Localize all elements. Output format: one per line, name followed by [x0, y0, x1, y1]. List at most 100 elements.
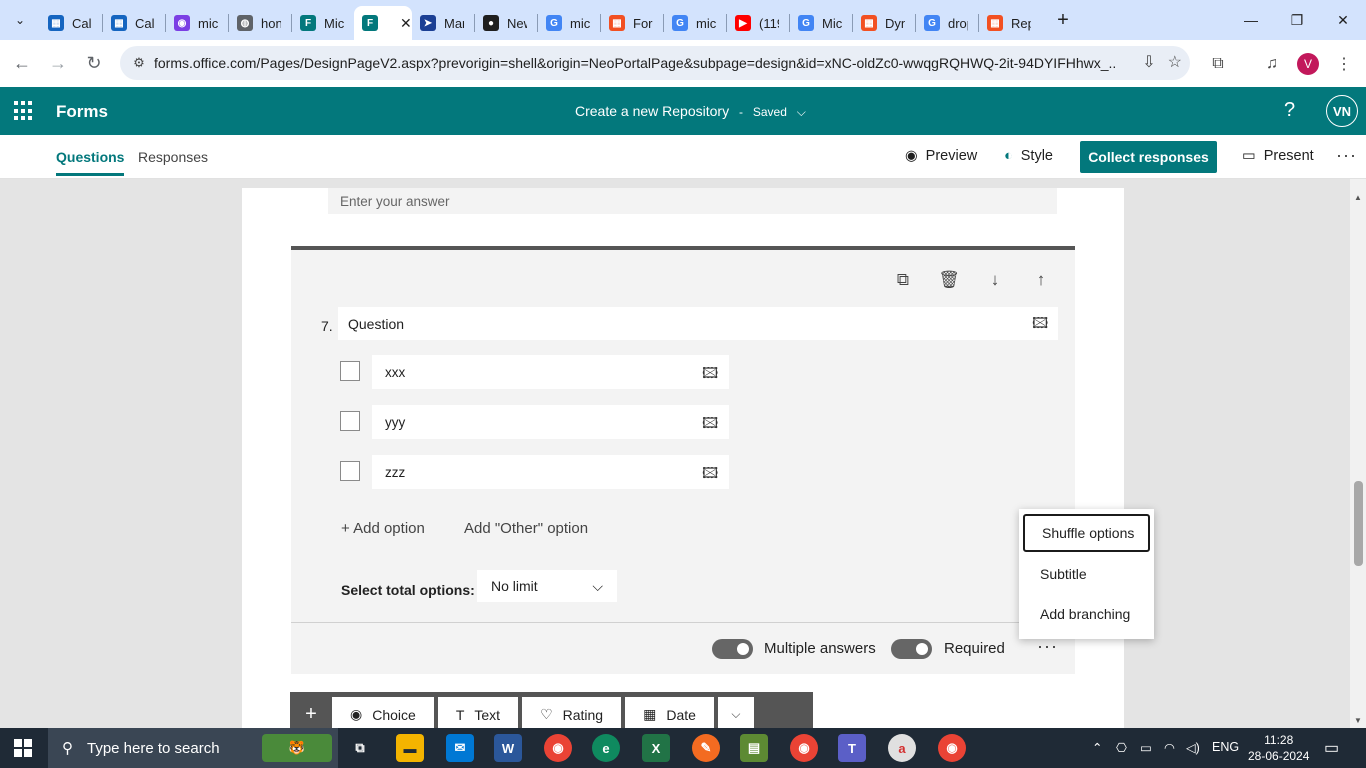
move-up-icon[interactable]: ↑ [1030, 270, 1052, 290]
scroll-thumb[interactable] [1354, 481, 1363, 566]
browser-tab[interactable]: ➤ Mar [412, 6, 474, 40]
media-control-icon[interactable]: ♫ [1254, 40, 1290, 87]
add-other-option-button[interactable]: Add "Other" option [464, 520, 588, 537]
browser-tab[interactable]: ▦ Cale [103, 6, 165, 40]
question-more-icon[interactable]: ··· [1037, 636, 1058, 657]
volume-icon[interactable]: ◁) [1186, 740, 1200, 755]
preview-button[interactable]: ◉ Preview [905, 148, 977, 164]
browser-tab[interactable]: ▦ Rep [979, 6, 1041, 40]
tiger-widget-icon[interactable]: 🐯 [262, 734, 332, 762]
tab-search-chevron-icon[interactable]: ⌄ [6, 6, 34, 34]
edge-icon[interactable]: e [592, 734, 620, 762]
tab-responses[interactable]: Responses [138, 149, 208, 165]
minimize-icon[interactable]: — [1228, 0, 1274, 40]
site-info-icon[interactable]: ⚙ [124, 55, 154, 71]
browser-menu-icon[interactable]: ⋮ [1326, 40, 1362, 87]
browser-tab[interactable]: Gmicr [664, 6, 726, 40]
page-scrollbar[interactable]: ▲ ▼ [1350, 179, 1366, 728]
close-window-icon[interactable]: ✕ [1320, 0, 1366, 40]
word-icon[interactable]: W [494, 734, 522, 762]
task-view-icon[interactable]: ⧉ [346, 734, 374, 762]
user-avatar[interactable]: VN [1326, 95, 1358, 127]
browser-tab[interactable]: ▦ Forr [601, 6, 663, 40]
option-checkbox[interactable] [340, 361, 360, 381]
new-tab-button[interactable]: + [1049, 9, 1077, 32]
add-option-button[interactable]: + Add option [341, 520, 425, 537]
collect-responses-button[interactable]: Collect responses [1080, 141, 1217, 173]
menu-item-add-branching[interactable]: Add branching [1023, 595, 1150, 633]
tab-close-icon[interactable]: ✕ [400, 15, 412, 32]
browser-tab[interactable]: ◉ micr [166, 6, 228, 40]
teams-icon[interactable]: T [838, 734, 866, 762]
insert-media-icon[interactable]: 🖾 [702, 463, 718, 488]
more-options-icon[interactable]: ··· [1336, 145, 1357, 166]
browser-tab[interactable]: ◍ hon [229, 6, 291, 40]
insert-media-icon[interactable]: 🖾 [702, 413, 718, 438]
restore-icon[interactable]: ❐ [1274, 0, 1320, 40]
style-button[interactable]: ◐ Style [1004, 148, 1053, 164]
chrome-profile-2-icon[interactable]: ◉ [938, 734, 966, 762]
delete-icon[interactable]: 🗑 [938, 270, 960, 290]
menu-item-subtitle[interactable]: Subtitle [1023, 555, 1150, 593]
browser-tab[interactable]: Gmicr [538, 6, 600, 40]
meet-icon[interactable]: ⎔ [1116, 740, 1127, 755]
browser-tab[interactable]: ▦ Dyn [853, 6, 915, 40]
option-input[interactable]: zzz [372, 455, 729, 489]
menu-item-shuffle-options[interactable]: Shuffle options [1023, 514, 1150, 552]
text-button[interactable]: T Text [437, 697, 519, 728]
present-button[interactable]: ▭ Present [1242, 148, 1314, 164]
question-card[interactable]: ⧉ 🗑 ↓ ↑ 7. Question 🖾 xxx 🖾 yyy 🖾 zzz 🖾 [291, 246, 1075, 674]
previous-answer-field[interactable]: Enter your answer [328, 188, 1057, 214]
more-types-chevron-icon[interactable]: ⌵ [717, 697, 754, 728]
sheets-app-icon[interactable]: ▤ [740, 734, 768, 762]
excel-icon[interactable]: X [642, 734, 670, 762]
add-question-plus-icon[interactable]: + [290, 697, 332, 728]
battery-icon[interactable]: ▭ [1140, 740, 1152, 755]
forward-icon[interactable]: → [40, 46, 76, 82]
scroll-up-icon[interactable]: ▲ [1350, 189, 1366, 205]
notifications-icon[interactable]: ▭ [1324, 738, 1339, 758]
browser-tab[interactable]: F Mic [292, 6, 354, 40]
address-bar[interactable]: ⚙ forms.office.com/Pages/DesignPageV2.as… [120, 46, 1190, 80]
acrobat-icon[interactable]: a [888, 734, 916, 762]
insert-media-icon[interactable]: 🖾 [1032, 313, 1048, 338]
browser-tab[interactable]: ● New [475, 6, 537, 40]
tab-questions[interactable]: Questions [56, 149, 125, 176]
profile-button[interactable]: V [1290, 40, 1326, 87]
chrome-profile-icon[interactable]: ◉ [790, 734, 818, 762]
scroll-down-icon[interactable]: ▼ [1350, 712, 1366, 728]
language-indicator[interactable]: ENG [1212, 740, 1239, 754]
browser-tab[interactable]: G Micr [790, 6, 852, 40]
app-name[interactable]: Forms [56, 102, 108, 122]
option-input[interactable]: yyy [372, 405, 729, 439]
extensions-icon[interactable]: ⧉ [1200, 40, 1236, 87]
multiple-answers-toggle[interactable] [712, 639, 753, 659]
option-checkbox[interactable] [340, 461, 360, 481]
show-hidden-icons-icon[interactable]: ⌃ [1092, 740, 1102, 755]
option-input[interactable]: xxx [372, 355, 729, 389]
date-button[interactable]: ▦ Date [625, 697, 714, 728]
required-toggle[interactable] [891, 639, 932, 659]
choice-button[interactable]: ◉ Choice [332, 697, 434, 728]
option-checkbox[interactable] [340, 411, 360, 431]
windows-start-icon[interactable] [14, 739, 32, 757]
rating-button[interactable]: ♡ Rating [522, 697, 622, 728]
pen-app-icon[interactable]: ✎ [692, 734, 720, 762]
install-app-icon[interactable]: ⇩ [1142, 52, 1155, 72]
system-clock[interactable]: 11:28 28-06-2024 [1248, 732, 1309, 764]
question-title-input[interactable]: Question [338, 307, 1058, 340]
browser-tab[interactable]: ▦ Cale [40, 6, 102, 40]
bookmark-star-icon[interactable]: ☆ [1168, 52, 1182, 72]
browser-tab-active[interactable]: F ✕ [354, 6, 412, 40]
move-down-icon[interactable]: ↓ [984, 270, 1006, 290]
form-title-status[interactable]: Create a new Repository - Saved ⌵ [575, 103, 806, 120]
back-icon[interactable]: ← [4, 46, 40, 82]
chrome-icon[interactable]: ◉ [544, 734, 572, 762]
mail-icon[interactable]: ✉ [446, 734, 474, 762]
help-icon[interactable]: ? [1284, 99, 1295, 122]
browser-tab[interactable]: ▶ (119 [727, 6, 789, 40]
reload-icon[interactable]: ↻ [76, 46, 112, 82]
copy-icon[interactable]: ⧉ [892, 270, 914, 290]
url-text[interactable]: forms.office.com/Pages/DesignPageV2.aspx… [154, 55, 1116, 71]
file-explorer-icon[interactable]: ▬ [396, 734, 424, 762]
